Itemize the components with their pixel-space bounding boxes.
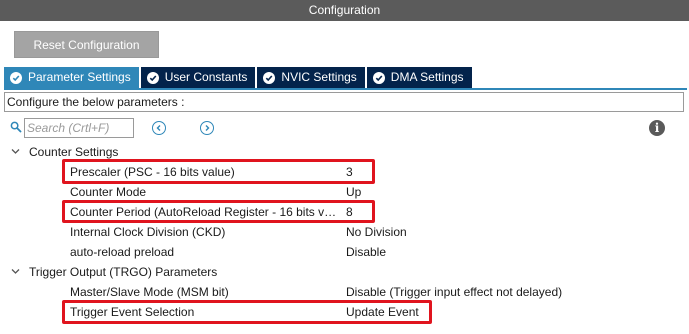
arrow-left-circle-icon	[156, 125, 161, 131]
param-name: auto-reload preload	[70, 245, 175, 259]
highlight-box-counter-period	[62, 200, 375, 223]
param-name: Internal Clock Division (CKD)	[70, 225, 226, 239]
tab-label: DMA Settings	[390, 70, 464, 84]
description-text: Configure the below parameters :	[4, 92, 684, 112]
group-label: Trigger Output (TRGO) Parameters	[29, 265, 218, 279]
info-icon[interactable]: i	[649, 120, 665, 136]
window-title: Configuration	[0, 0, 689, 21]
param-row-counter-mode[interactable]: Counter Mode Up	[0, 182, 689, 202]
param-value[interactable]: Up	[346, 182, 361, 202]
highlight-box-prescaler	[62, 159, 375, 184]
param-row-master-slave-mode[interactable]: Master/Slave Mode (MSM bit) Disable (Tri…	[0, 282, 689, 302]
chevron-down-icon	[11, 149, 20, 154]
tab-label: NVIC Settings	[281, 70, 357, 84]
tab-user-constants[interactable]: User Constants	[140, 67, 256, 88]
tab-dma-settings[interactable]: DMA Settings	[366, 67, 472, 88]
param-row-clock-division[interactable]: Internal Clock Division (CKD) No Divisio…	[0, 222, 689, 242]
group-trigger-output[interactable]: Trigger Output (TRGO) Parameters	[0, 262, 689, 282]
param-value[interactable]: Disable (Trigger input effect not delaye…	[346, 282, 562, 302]
param-name: Master/Slave Mode (MSM bit)	[70, 285, 229, 299]
chevron-down-icon	[11, 269, 20, 274]
tab-label: User Constants	[164, 70, 248, 84]
tab-parameter-settings[interactable]: Parameter Settings	[4, 67, 139, 88]
param-value[interactable]: No Division	[346, 222, 407, 242]
search-next-button[interactable]	[200, 121, 214, 135]
tab-bar: Parameter Settings User Constants NVIC S…	[4, 67, 474, 88]
tab-underline	[4, 88, 687, 90]
check-circle-icon	[263, 71, 276, 84]
check-circle-icon	[10, 71, 22, 84]
check-circle-icon	[146, 71, 159, 84]
search-input[interactable]	[24, 118, 134, 138]
param-name: Counter Mode	[70, 185, 147, 199]
tab-nvic-settings[interactable]: NVIC Settings	[257, 67, 365, 88]
highlight-box-trigger-event	[62, 300, 432, 324]
param-value[interactable]: Disable	[346, 242, 386, 262]
tab-label: Parameter Settings	[28, 70, 131, 84]
check-circle-icon	[372, 71, 385, 84]
search-previous-button[interactable]	[152, 121, 166, 135]
param-row-auto-reload-preload[interactable]: auto-reload preload Disable	[0, 242, 689, 262]
reset-configuration-button[interactable]: Reset Configuration	[14, 31, 159, 58]
search-icon	[10, 121, 22, 136]
arrow-right-circle-icon	[205, 125, 210, 131]
